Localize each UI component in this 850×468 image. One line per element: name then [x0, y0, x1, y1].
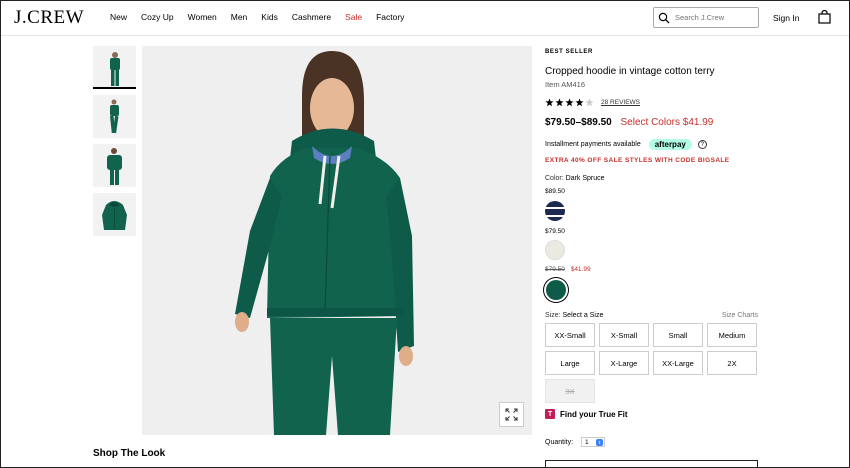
jcrew-logo[interactable]: J.CREW [14, 7, 84, 29]
item-number: Item AM416 [545, 80, 586, 89]
size-large[interactable]: Large [545, 351, 595, 375]
color-swatch-navy-stripe[interactable] [545, 201, 565, 221]
main-nav: New Cozy Up Women Men Kids Cashmere Sale… [110, 12, 418, 22]
sale-price: $41.99 [682, 117, 714, 128]
nav-kids[interactable]: Kids [261, 12, 278, 22]
true-fit-text: Find your True Fit [560, 409, 628, 419]
size-charts-link[interactable]: Size Charts [722, 312, 758, 319]
size-x-small[interactable]: X-Small [599, 323, 649, 347]
quantity-select[interactable]: 1 ⇕ [581, 437, 606, 447]
shop-the-look-heading: Shop The Look [93, 448, 166, 459]
size-3x: 3X [545, 379, 595, 403]
reviews-link[interactable]: 28 REVIEWS [601, 99, 640, 106]
size-value: Select a Size [562, 312, 604, 319]
color-swatch-dark-spruce[interactable] [546, 280, 566, 300]
promo-message: EXTRA 40% OFF SALE STYLES WITH CODE BIGS… [545, 157, 730, 164]
quantity-label: Quantity: [545, 438, 574, 446]
star-filled-icon [565, 98, 574, 107]
color-label-text: Color: [545, 175, 564, 182]
swatch-price-1: $89.50 [545, 188, 565, 195]
product-title: Cropped hoodie in vintage cotton terry [545, 66, 715, 77]
sign-in-link[interactable]: Sign In [773, 13, 799, 23]
size-medium[interactable]: Medium [707, 323, 757, 347]
nav-men[interactable]: Men [231, 12, 248, 22]
main-product-image[interactable] [142, 46, 532, 435]
star-empty-icon [585, 98, 594, 107]
nav-cozy-up[interactable]: Cozy Up [141, 12, 174, 22]
site-header: J.CREW New Cozy Up Women Men Kids Cashme… [0, 0, 850, 36]
swatch-price-2: $79.50 [545, 228, 565, 235]
thumbnail-list [93, 46, 136, 242]
shopping-bag-icon[interactable] [818, 10, 831, 24]
thumbnail-flat-hoodie[interactable] [93, 193, 136, 236]
installment-text: Installment payments available [545, 141, 641, 148]
size-xx-large[interactable]: XX-Large [653, 351, 703, 375]
size-xx-small[interactable]: XX-Small [545, 323, 595, 347]
thumbnail-front[interactable] [93, 46, 136, 89]
rating-stars[interactable]: 28 REVIEWS [545, 98, 640, 107]
best-seller-badge: BEST SELLER [545, 49, 593, 55]
size-header: Size: Select a Size Size Charts [545, 312, 758, 319]
select-colors-label: Select Colors [620, 117, 680, 128]
size-2x[interactable]: 2X [707, 351, 757, 375]
color-label: Color: Dark Spruce [545, 175, 605, 182]
installment-info: Installment payments available afterpay … [545, 139, 707, 150]
color-swatch-ivory[interactable] [545, 240, 565, 260]
quantity-value: 1 [585, 438, 589, 446]
thumbnail-walking[interactable] [93, 95, 136, 138]
true-fit-logo-icon: T [545, 409, 555, 419]
add-to-bag-button[interactable] [545, 460, 758, 468]
search-box[interactable] [653, 7, 759, 28]
swatch-sale-price: $41.99 [570, 266, 591, 273]
thumbnail-side[interactable] [93, 144, 136, 187]
info-icon[interactable]: ? [697, 140, 707, 149]
nav-cashmere[interactable]: Cashmere [292, 12, 331, 22]
true-fit-link[interactable]: T Find your True Fit [545, 409, 628, 419]
swatch-price-3: $79.50 $41.99 [545, 266, 591, 273]
size-grid: XX-Small X-Small Small Medium Large X-La… [545, 323, 757, 403]
size-small[interactable]: Small [653, 323, 703, 347]
nav-sale[interactable]: Sale [345, 12, 362, 22]
nav-factory[interactable]: Factory [376, 12, 404, 22]
search-input[interactable] [675, 13, 755, 22]
size-x-large[interactable]: X-Large [599, 351, 649, 375]
price-line: $79.50–$89.50 Select Colors $41.99 [545, 117, 713, 128]
star-filled-icon [555, 98, 564, 107]
afterpay-logo: afterpay [648, 139, 692, 150]
expand-image-button[interactable] [499, 402, 524, 427]
star-filled-icon [545, 98, 554, 107]
nav-women[interactable]: Women [188, 12, 217, 22]
search-icon [658, 12, 670, 23]
nav-new[interactable]: New [110, 12, 127, 22]
star-filled-icon [575, 98, 584, 107]
quantity-row: Quantity: 1 ⇕ [545, 437, 606, 447]
select-arrows-icon: ⇕ [596, 439, 604, 446]
expand-icon [505, 408, 518, 421]
size-label: Size: Select a Size [545, 312, 604, 319]
price-range: $79.50–$89.50 [545, 117, 612, 128]
original-price: $79.50 [545, 266, 565, 273]
model-image [142, 46, 532, 435]
color-value: Dark Spruce [565, 175, 605, 182]
